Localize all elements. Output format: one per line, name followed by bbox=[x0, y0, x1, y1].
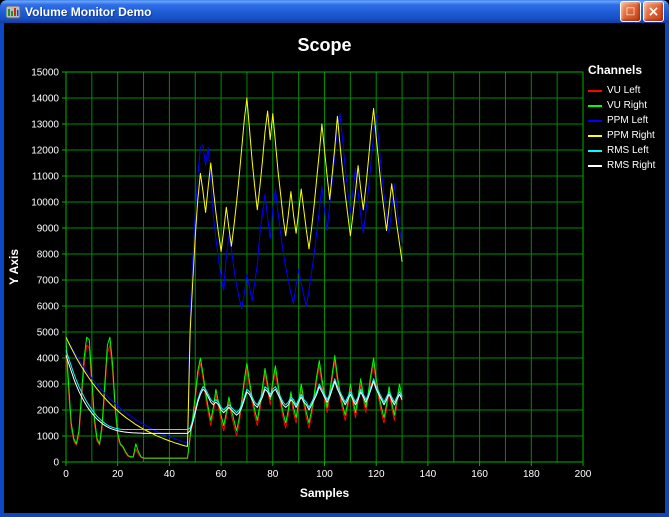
legend-swatch bbox=[588, 135, 602, 137]
x-tick-label: 120 bbox=[368, 469, 385, 480]
x-tick-label: 100 bbox=[316, 469, 333, 480]
y-tick-label: 11000 bbox=[32, 172, 60, 183]
y-tick-label: 0 bbox=[53, 458, 59, 469]
legend-label: VU Right bbox=[607, 100, 647, 111]
y-tick-label: 4000 bbox=[37, 354, 60, 365]
legend: Channels VU Left VU Right PPM Left PPM Righ… bbox=[588, 63, 664, 173]
legend-items: VU Left VU Right PPM Left PPM Right RMS Left… bbox=[588, 83, 664, 173]
x-tick-label: 60 bbox=[216, 469, 228, 480]
x-tick-label: 0 bbox=[63, 469, 69, 480]
legend-title: Channels bbox=[588, 63, 664, 77]
y-tick-label: 3000 bbox=[37, 380, 60, 391]
legend-swatch bbox=[588, 90, 602, 92]
y-tick-label: 13000 bbox=[31, 120, 59, 131]
y-tick-label: 2000 bbox=[37, 406, 60, 417]
x-tick-label: 20 bbox=[112, 469, 124, 480]
window-title: Volume Monitor Demo bbox=[25, 5, 616, 19]
app-window: Volume Monitor Demo □ × Scope Y Axis Sam… bbox=[0, 0, 669, 517]
legend-label: PPM Right bbox=[607, 130, 655, 141]
x-tick-label: 160 bbox=[471, 469, 488, 480]
y-tick-label: 5000 bbox=[37, 328, 60, 339]
y-tick-label: 1000 bbox=[37, 432, 60, 443]
y-tick-label: 12000 bbox=[31, 146, 59, 157]
legend-label: RMS Left bbox=[607, 145, 649, 156]
chart-panel: Scope Y Axis Samples 0100020003000400050… bbox=[4, 23, 665, 513]
legend-item: VU Left bbox=[588, 83, 664, 98]
y-tick-label: 8000 bbox=[37, 250, 60, 261]
app-icon bbox=[5, 4, 21, 20]
legend-label: RMS Right bbox=[607, 160, 655, 171]
legend-item: PPM Left bbox=[588, 113, 664, 128]
x-tick-label: 180 bbox=[523, 469, 540, 480]
maximize-icon: □ bbox=[626, 7, 635, 17]
close-button[interactable]: × bbox=[643, 1, 664, 22]
series-line-vu-left bbox=[66, 345, 402, 458]
close-icon: × bbox=[648, 5, 660, 19]
y-tick-label: 7000 bbox=[37, 276, 60, 287]
y-tick-label: 9000 bbox=[37, 224, 60, 235]
y-tick-label: 10000 bbox=[31, 198, 59, 209]
y-tick-label: 14000 bbox=[31, 94, 59, 105]
maximize-button[interactable]: □ bbox=[620, 1, 641, 22]
legend-swatch bbox=[588, 150, 602, 152]
x-tick-label: 140 bbox=[420, 469, 437, 480]
y-tick-label: 15000 bbox=[31, 68, 59, 79]
legend-swatch bbox=[588, 120, 602, 122]
legend-item: RMS Right bbox=[588, 158, 664, 173]
legend-item: VU Right bbox=[588, 98, 664, 113]
y-tick-label: 6000 bbox=[37, 302, 60, 313]
x-tick-label: 80 bbox=[267, 469, 279, 480]
legend-label: PPM Left bbox=[607, 115, 648, 126]
legend-swatch bbox=[588, 165, 602, 167]
x-tick-label: 40 bbox=[164, 469, 176, 480]
legend-item: RMS Left bbox=[588, 143, 664, 158]
legend-label: VU Left bbox=[607, 85, 640, 96]
plot: 0100020003000400050006000700080009000100… bbox=[4, 23, 665, 513]
x-tick-label: 200 bbox=[575, 469, 592, 480]
legend-swatch bbox=[588, 105, 602, 107]
titlebar[interactable]: Volume Monitor Demo □ × bbox=[0, 0, 669, 23]
titlebar-buttons: □ × bbox=[620, 1, 664, 22]
legend-item: PPM Right bbox=[588, 128, 664, 143]
